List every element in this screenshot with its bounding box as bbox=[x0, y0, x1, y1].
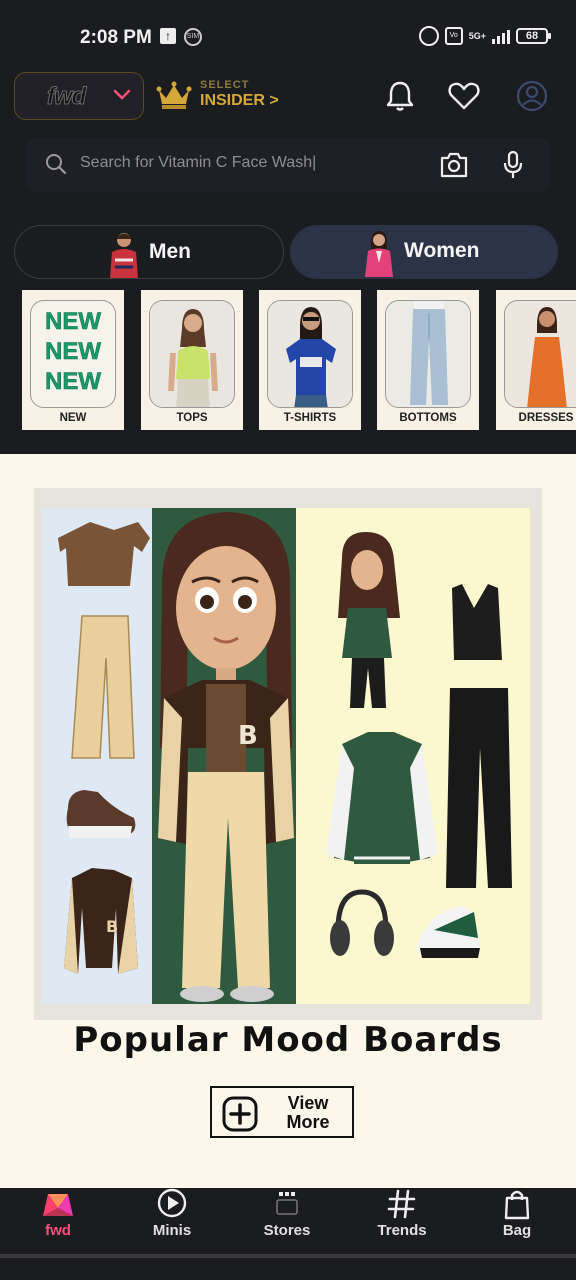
nav-label: fwd bbox=[45, 1222, 71, 1239]
nav-minis[interactable]: Minis bbox=[132, 1188, 212, 1258]
upload-icon: ↑ bbox=[160, 28, 176, 44]
tab-women-label: Women bbox=[404, 239, 480, 262]
category-label: DRESSES bbox=[518, 412, 574, 424]
category-label: BOTTOMS bbox=[399, 412, 457, 424]
nav-label: Trends bbox=[377, 1222, 427, 1239]
play-circle-icon bbox=[157, 1188, 187, 1218]
category-tops[interactable]: TOPS bbox=[141, 290, 243, 430]
nav-label: Stores bbox=[263, 1222, 311, 1239]
svg-text:B: B bbox=[238, 721, 258, 751]
bottom-nav: fwd Minis Stores Trends Bag bbox=[0, 1188, 576, 1280]
sim-icon: SIM bbox=[184, 28, 202, 46]
svg-text:B: B bbox=[106, 917, 118, 936]
mood-board-card[interactable]: B B bbox=[34, 488, 542, 1020]
new-badge-text: NEW NEW NEW bbox=[45, 308, 102, 396]
tab-men[interactable]: Men bbox=[14, 225, 284, 279]
mood-board-title: Popular Mood Boards bbox=[73, 1020, 503, 1060]
tab-women[interactable]: Women bbox=[290, 225, 558, 279]
nav-trends[interactable]: Trends bbox=[362, 1188, 442, 1258]
nav-stores[interactable]: Stores bbox=[247, 1188, 327, 1258]
camera-icon[interactable] bbox=[438, 150, 470, 180]
profile-icon[interactable] bbox=[514, 78, 550, 114]
category-label: TOPS bbox=[176, 412, 208, 424]
tab-men-label: Men bbox=[149, 240, 191, 263]
category-label: T-SHIRTS bbox=[283, 412, 337, 424]
view-more-button[interactable]: View More bbox=[210, 1086, 354, 1138]
view-more-label: View More bbox=[286, 1093, 330, 1132]
bell-icon[interactable] bbox=[382, 78, 418, 114]
nav-fwd[interactable]: fwd bbox=[18, 1188, 98, 1258]
stores-icon bbox=[276, 1192, 298, 1215]
signal-icon bbox=[492, 28, 510, 44]
category-bottoms[interactable]: BOTTOMS bbox=[377, 290, 479, 430]
volte-icon: Vo bbox=[444, 27, 463, 45]
category-bottoms-image bbox=[385, 300, 471, 408]
status-bar: 2:08 PM ↑ SIM Vo 5G+ 68 bbox=[0, 0, 576, 72]
fwd-switcher[interactable]: fwd bbox=[14, 72, 144, 120]
category-new-thumb: NEW NEW NEW bbox=[30, 300, 116, 408]
microphone-icon[interactable] bbox=[500, 150, 526, 180]
gesture-bar bbox=[0, 1254, 576, 1258]
category-label: NEW bbox=[59, 412, 87, 424]
search-bar[interactable]: Search for Vitamin C Face Wash| bbox=[26, 138, 550, 192]
search-input[interactable]: Search for Vitamin C Face Wash| bbox=[80, 154, 316, 172]
nav-bag[interactable]: Bag bbox=[477, 1188, 557, 1258]
hashtag-icon bbox=[387, 1189, 416, 1219]
app-header: fwd SELECT INSIDER > bbox=[0, 72, 576, 132]
insider-select-text: SELECT bbox=[200, 79, 250, 91]
category-t-shirts[interactable]: T-SHIRTS bbox=[259, 290, 361, 430]
network-type: 5G+ bbox=[468, 30, 486, 41]
search-icon bbox=[46, 154, 67, 175]
status-icons: Vo 5G+ 68 bbox=[418, 26, 551, 46]
men-avatar bbox=[110, 233, 138, 278]
category-new[interactable]: NEW NEW NEW NEW bbox=[22, 290, 124, 430]
bag-icon bbox=[504, 1190, 530, 1220]
women-avatar bbox=[365, 231, 393, 277]
content-area: B B Popular Mood Boards View More bbox=[0, 454, 576, 1188]
alarm-icon bbox=[418, 26, 439, 46]
category-t-shirts-image bbox=[267, 300, 353, 408]
nav-label: Minis bbox=[152, 1222, 192, 1239]
plus-icon bbox=[222, 1096, 258, 1132]
category-strip: NEW NEW NEW NEW TOPS T-SHIRTS BOTTOMS DR… bbox=[0, 288, 576, 454]
status-time: 2:08 PM bbox=[80, 27, 152, 48]
crown-icon[interactable] bbox=[156, 80, 192, 110]
nav-label: Bag bbox=[502, 1222, 532, 1239]
category-tops-image bbox=[149, 300, 235, 408]
fwd-logo: fwd bbox=[46, 83, 86, 111]
battery-icon: 68 bbox=[516, 28, 551, 44]
mood-board-image: B B bbox=[42, 508, 530, 1004]
chevron-down-icon bbox=[113, 89, 131, 100]
select-insider-link[interactable]: SELECT INSIDER > bbox=[200, 80, 279, 109]
heart-icon[interactable] bbox=[446, 78, 482, 114]
myntra-logo-icon bbox=[43, 1194, 73, 1216]
category-dresses[interactable]: DRESSES bbox=[496, 290, 576, 430]
insider-label: INSIDER > bbox=[200, 92, 279, 109]
category-dresses-image bbox=[504, 300, 576, 408]
